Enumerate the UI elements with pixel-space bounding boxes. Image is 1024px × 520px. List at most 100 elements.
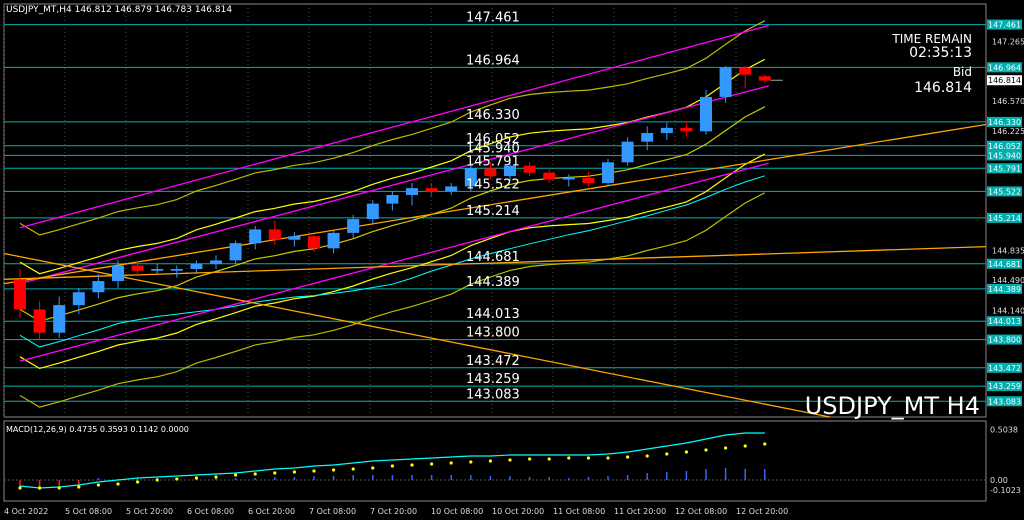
- bid-value: 146.814: [914, 80, 972, 96]
- time-axis-tick: 12 Oct 20:00: [736, 507, 788, 516]
- macd-signal-dot: [528, 457, 532, 461]
- candle-body: [543, 172, 556, 180]
- time-axis-tick: 6 Oct 20:00: [248, 507, 295, 516]
- price-tag-text: 146.052: [988, 142, 1021, 151]
- candle-body: [92, 281, 105, 293]
- macd-signal-dot: [606, 456, 610, 460]
- macd-signal-dot: [312, 469, 316, 473]
- candle-body: [484, 168, 497, 177]
- candle-body: [131, 265, 144, 271]
- level-label: 145.522: [466, 177, 520, 192]
- macd-signal-dot: [430, 462, 434, 466]
- candle-body: [366, 203, 379, 220]
- level-label: 144.013: [466, 307, 520, 322]
- candle-body: [72, 292, 85, 306]
- macd-signal-dot: [332, 468, 336, 472]
- macd-signal-dot: [214, 475, 218, 479]
- level-label: 147.461: [466, 11, 520, 26]
- price-axis-tick: 147.265: [992, 37, 1024, 46]
- macd-signal-dot: [469, 460, 473, 464]
- candle-body: [406, 188, 418, 196]
- macd-signal-dot: [18, 486, 22, 490]
- macd-signal-dot: [57, 486, 61, 490]
- macd-signal-dot: [116, 482, 120, 486]
- time-axis-tick: 11 Oct 20:00: [614, 507, 666, 516]
- price-axis-tick: 144.490: [992, 276, 1024, 285]
- price-tag-text: 145.214: [988, 214, 1021, 223]
- candle-body: [33, 309, 46, 333]
- candle-body: [445, 186, 458, 192]
- macd-signal-dot: [586, 456, 591, 460]
- price-tag-text: 146.964: [988, 63, 1021, 72]
- macd-signal-dot: [77, 485, 81, 489]
- macd-signal-dot: [508, 458, 512, 462]
- level-label: 143.259: [466, 372, 520, 387]
- candle-body: [758, 76, 771, 81]
- macd-signal-dot: [194, 476, 198, 480]
- macd-signal-dot: [665, 452, 669, 456]
- macd-signal-dot: [704, 448, 708, 452]
- candle-body: [210, 260, 222, 264]
- candle-body: [249, 229, 262, 244]
- price-axis-tick: 146.570: [992, 97, 1024, 106]
- macd-title: MACD(12,26,9) 0.4735 0.3593 0.1142 0.000…: [6, 425, 189, 434]
- price-axis-tick: 146.225: [992, 127, 1024, 136]
- macd-signal-dot: [273, 471, 277, 475]
- time-axis-tick: 6 Oct 08:00: [187, 507, 234, 516]
- macd-signal-dot: [684, 450, 689, 454]
- level-label: 143.800: [466, 326, 520, 341]
- macd-signal-dot: [175, 477, 179, 481]
- macd-signal-dot: [626, 455, 630, 459]
- price-tag-text: 144.389: [988, 285, 1021, 294]
- macd-signal-dot: [292, 470, 296, 474]
- price-tag-text: 143.083: [988, 397, 1021, 406]
- macd-signal-dot: [410, 463, 414, 467]
- macd-signal-dot: [645, 454, 649, 458]
- candle-body: [660, 127, 673, 134]
- candle-body: [641, 133, 654, 142]
- level-label: 145.791: [466, 154, 520, 169]
- macd-signal-dot: [488, 459, 492, 463]
- macd-signal-dot: [253, 472, 257, 476]
- level-label: 144.389: [466, 275, 520, 290]
- level-label: 143.083: [466, 387, 520, 402]
- macd-signal-dot: [351, 467, 355, 471]
- time-axis-tick: 11 Oct 08:00: [553, 507, 605, 516]
- candle-body: [523, 165, 536, 173]
- macd-signal-dot: [155, 478, 159, 482]
- macd-signal-dot: [234, 473, 238, 477]
- candle-body: [719, 67, 732, 97]
- candle-body: [347, 219, 360, 233]
- price-tag-text: 145.791: [988, 164, 1021, 173]
- price-tag-text: 144.013: [988, 317, 1021, 326]
- macd-axis-tick: -0.1023: [990, 486, 1021, 495]
- chart-watermark: USDJPY_MT H4: [805, 392, 980, 420]
- candle-body: [327, 232, 340, 249]
- symbol-info: USDJPY_MT,H4 146.812 146.879 146.783 146…: [6, 5, 232, 15]
- price-tag-text: 144.681: [988, 260, 1021, 269]
- price-tag-text: 143.259: [988, 382, 1021, 391]
- level-label: 146.964: [466, 53, 520, 68]
- macd-signal-dot: [724, 446, 728, 450]
- chart-canvas[interactable]: 147.461 146.964 146.330 146.052145.940 145.7…: [0, 0, 1024, 520]
- candle-body: [190, 263, 203, 270]
- candle-body: [425, 188, 438, 192]
- candle-body: [700, 96, 712, 132]
- time-axis-tick: 4 Oct 2022: [4, 507, 48, 516]
- time-remain-label: TIME REMAIN: [891, 32, 972, 46]
- candle-body: [112, 265, 124, 282]
- level-label: 143.472: [466, 354, 520, 369]
- trading-chart[interactable]: 147.461 146.964 146.330 146.052 145.940 145.7…: [0, 0, 1024, 520]
- macd-axis-tick: 0.5038: [990, 426, 1018, 435]
- time-remain-value: 02:35:13: [909, 45, 972, 61]
- candle-body: [562, 177, 575, 180]
- candle-body: [680, 127, 693, 132]
- price-axis-tick: 144.835: [992, 247, 1024, 256]
- candle-body: [308, 236, 320, 249]
- level-label: 146.330: [466, 108, 520, 123]
- macd-signal-dot: [743, 444, 747, 448]
- macd-signal-dot: [449, 461, 453, 465]
- macd-signal-dot: [547, 457, 551, 461]
- candle-body: [151, 269, 164, 271]
- macd-signal-dot: [567, 456, 571, 460]
